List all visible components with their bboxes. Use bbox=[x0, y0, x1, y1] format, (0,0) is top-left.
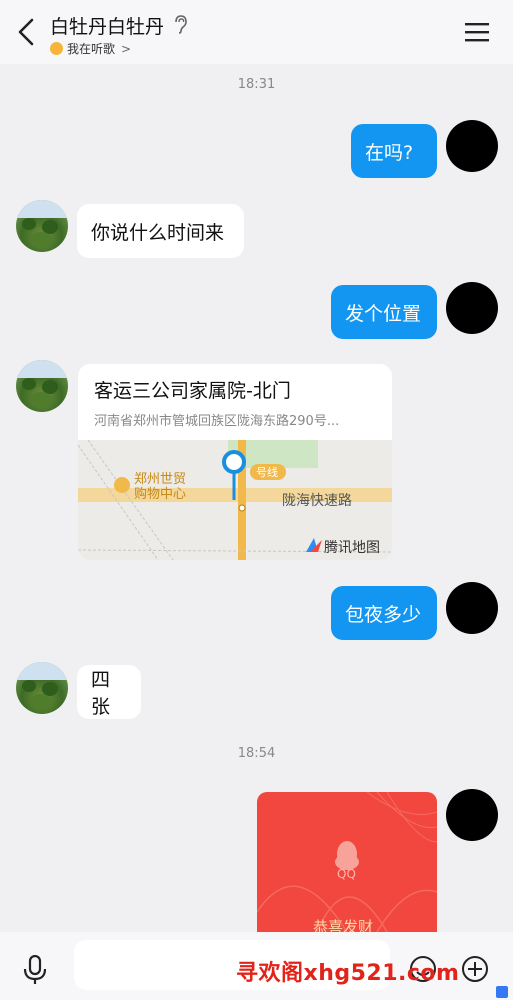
contact-status[interactable]: 我在听歌 > bbox=[50, 40, 131, 57]
location-card[interactable]: 客运三公司家属院-北门 河南省郑州市管城回族区陇海东路290号... 郑州世贸 … bbox=[78, 364, 392, 560]
mall-pin-icon bbox=[114, 477, 130, 493]
red-packet-pattern: QQ bbox=[257, 792, 437, 932]
contact-avatar[interactable] bbox=[16, 360, 68, 412]
red-packet-logo: QQ bbox=[337, 867, 356, 881]
location-pin-icon bbox=[222, 450, 246, 474]
corner-badge-icon bbox=[496, 986, 508, 998]
timestamp: 18:31 bbox=[237, 77, 276, 92]
message-bubble-sent[interactable]: 包夜多少 bbox=[331, 586, 437, 640]
my-avatar[interactable] bbox=[446, 282, 498, 334]
location-map[interactable]: 郑州世贸 购物中心 号线 陇海快速路 腾讯地图 bbox=[78, 440, 392, 560]
message-bubble-received[interactable]: 四张 bbox=[77, 665, 141, 719]
map-label-road: 陇海快速路 bbox=[282, 493, 352, 509]
status-text: 我在听歌 bbox=[67, 42, 116, 56]
map-label-mall: 郑州世贸 bbox=[134, 472, 186, 487]
timestamp: 18:54 bbox=[237, 746, 276, 761]
ear-icon[interactable] bbox=[172, 14, 188, 34]
back-arrow-icon[interactable] bbox=[12, 14, 42, 50]
red-packet-card[interactable]: QQ 恭喜发财 bbox=[257, 792, 437, 932]
chat-header: 白牡丹白牡丹 我在听歌 > bbox=[0, 0, 513, 64]
contact-avatar[interactable] bbox=[16, 662, 68, 714]
contact-name[interactable]: 白牡丹白牡丹 bbox=[50, 12, 164, 39]
red-packet-greeting: 恭喜发财 bbox=[313, 918, 374, 932]
chevron-right-icon: > bbox=[121, 41, 132, 56]
map-label-line: 号线 bbox=[256, 465, 278, 479]
my-avatar[interactable] bbox=[446, 120, 498, 172]
map-label-mall-2: 购物中心 bbox=[134, 486, 186, 502]
location-title: 客运三公司家属院-北门 bbox=[94, 380, 291, 402]
map-brand-label: 腾讯地图 bbox=[324, 539, 380, 556]
microphone-icon[interactable] bbox=[22, 955, 48, 985]
message-bubble-sent[interactable]: 发个位置 bbox=[331, 285, 437, 339]
message-bubble-sent[interactable]: 在吗? bbox=[351, 124, 437, 178]
watermark-text: 寻欢阁xhg521.com bbox=[236, 961, 460, 986]
plus-icon[interactable] bbox=[460, 954, 490, 984]
menu-icon[interactable] bbox=[463, 20, 491, 44]
message-bubble-received[interactable]: 你说什么时间来 bbox=[77, 204, 244, 258]
my-avatar[interactable] bbox=[446, 789, 498, 841]
smiley-icon bbox=[50, 42, 63, 55]
my-avatar[interactable] bbox=[446, 582, 498, 634]
location-address: 河南省郑州市管城回族区陇海东路290号... bbox=[94, 414, 340, 429]
contact-avatar[interactable] bbox=[16, 200, 68, 252]
